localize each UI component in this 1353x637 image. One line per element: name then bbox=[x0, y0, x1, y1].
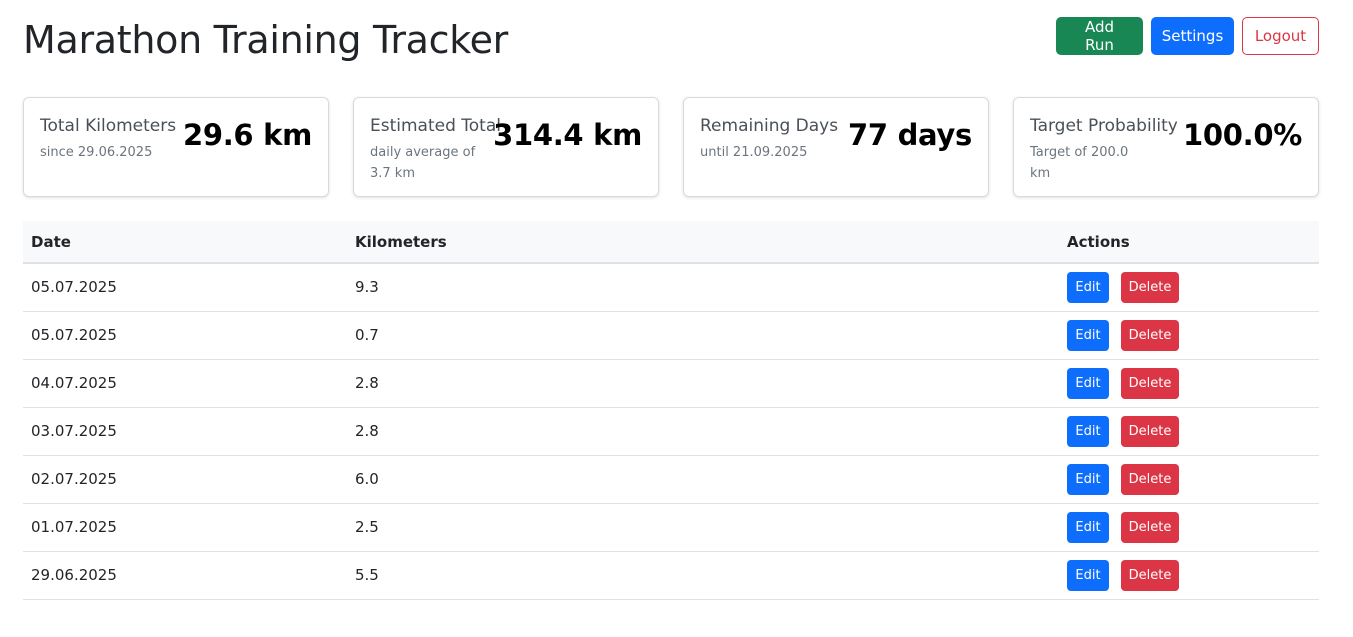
cell-date: 03.07.2025 bbox=[23, 407, 347, 456]
card-target-probability: Target Probability Target of 200.0 km 10… bbox=[1013, 97, 1319, 197]
cell-kilometers: 2.8 bbox=[347, 407, 1059, 456]
cell-kilometers: 2.5 bbox=[347, 503, 1059, 552]
cell-kilometers: 5.5 bbox=[347, 551, 1059, 600]
card-subtext: since 29.06.2025 bbox=[40, 145, 153, 160]
cell-actions: Edit Delete bbox=[1059, 311, 1319, 360]
table-row: 01.07.2025 2.5 Edit Delete bbox=[23, 503, 1319, 552]
cell-kilometers: 2.8 bbox=[347, 359, 1059, 408]
cell-kilometers: 9.3 bbox=[347, 263, 1059, 312]
delete-button[interactable]: Delete bbox=[1121, 367, 1179, 399]
add-run-button[interactable]: Add Run bbox=[1056, 17, 1143, 55]
cell-actions: Edit Delete bbox=[1059, 551, 1319, 600]
runs-table: Date Kilometers Actions 05.07.2025 9.3 E… bbox=[23, 221, 1319, 600]
delete-button[interactable]: Delete bbox=[1121, 511, 1179, 543]
delete-button[interactable]: Delete bbox=[1121, 319, 1179, 351]
table-row: 04.07.2025 2.8 Edit Delete bbox=[23, 359, 1319, 408]
card-value: 314.4 km bbox=[493, 118, 642, 152]
cell-actions: Edit Delete bbox=[1059, 263, 1319, 312]
card-estimated-total: Estimated Total daily average of 3.7 km … bbox=[353, 97, 659, 197]
table-row: 05.07.2025 0.7 Edit Delete bbox=[23, 311, 1319, 360]
card-subtext: daily average of 3.7 km bbox=[370, 145, 476, 181]
edit-button[interactable]: Edit bbox=[1067, 319, 1109, 351]
card-value: 77 days bbox=[848, 118, 972, 152]
cell-kilometers: 6.0 bbox=[347, 455, 1059, 504]
table-row: 05.07.2025 9.3 Edit Delete bbox=[23, 263, 1319, 312]
stats-cards: Total Kilometers since 29.06.2025 29.6 k… bbox=[23, 97, 1319, 197]
table-row: 02.07.2025 6.0 Edit Delete bbox=[23, 455, 1319, 504]
card-subtext: until 21.09.2025 bbox=[700, 145, 808, 160]
edit-button[interactable]: Edit bbox=[1067, 559, 1109, 591]
table-row: 03.07.2025 2.8 Edit Delete bbox=[23, 407, 1319, 456]
card-label: Target Probability bbox=[1030, 116, 1178, 136]
card-label: Total Kilometers bbox=[40, 116, 177, 136]
edit-button[interactable]: Edit bbox=[1067, 367, 1109, 399]
cell-date: 04.07.2025 bbox=[23, 359, 347, 408]
card-subtext: Target of 200.0 km bbox=[1030, 145, 1129, 181]
table-row: 29.06.2025 5.5 Edit Delete bbox=[23, 551, 1319, 600]
card-remaining-days: Remaining Days until 21.09.2025 77 days bbox=[683, 97, 989, 197]
header-actions: Add Run Settings Logout bbox=[1056, 17, 1319, 55]
cell-date: 05.07.2025 bbox=[23, 263, 347, 312]
card-value: 29.6 km bbox=[182, 118, 312, 152]
delete-button[interactable]: Delete bbox=[1121, 559, 1179, 591]
edit-button[interactable]: Edit bbox=[1067, 271, 1109, 303]
column-header-actions: Actions bbox=[1059, 221, 1319, 264]
delete-button[interactable]: Delete bbox=[1121, 415, 1179, 447]
card-label: Estimated Total bbox=[370, 116, 501, 136]
card-value: 100.0% bbox=[1183, 118, 1302, 152]
cell-actions: Edit Delete bbox=[1059, 359, 1319, 408]
page-title: Marathon Training Tracker bbox=[23, 18, 508, 62]
cell-date: 05.07.2025 bbox=[23, 311, 347, 360]
card-total-kilometers: Total Kilometers since 29.06.2025 29.6 k… bbox=[23, 97, 329, 197]
table-header-row: Date Kilometers Actions bbox=[23, 221, 1319, 264]
cell-actions: Edit Delete bbox=[1059, 455, 1319, 504]
logout-button[interactable]: Logout bbox=[1242, 17, 1319, 55]
delete-button[interactable]: Delete bbox=[1121, 463, 1179, 495]
delete-button[interactable]: Delete bbox=[1121, 271, 1179, 303]
edit-button[interactable]: Edit bbox=[1067, 463, 1109, 495]
cell-kilometers: 0.7 bbox=[347, 311, 1059, 360]
cell-date: 29.06.2025 bbox=[23, 551, 347, 600]
settings-button[interactable]: Settings bbox=[1151, 17, 1234, 55]
card-label: Remaining Days bbox=[700, 116, 839, 136]
cell-actions: Edit Delete bbox=[1059, 503, 1319, 552]
column-header-date: Date bbox=[23, 221, 347, 264]
column-header-kilometers: Kilometers bbox=[347, 221, 1059, 264]
edit-button[interactable]: Edit bbox=[1067, 415, 1109, 447]
page-header: Marathon Training Tracker Add Run Settin… bbox=[23, 16, 1319, 68]
cell-date: 01.07.2025 bbox=[23, 503, 347, 552]
cell-date: 02.07.2025 bbox=[23, 455, 347, 504]
edit-button[interactable]: Edit bbox=[1067, 511, 1109, 543]
cell-actions: Edit Delete bbox=[1059, 407, 1319, 456]
